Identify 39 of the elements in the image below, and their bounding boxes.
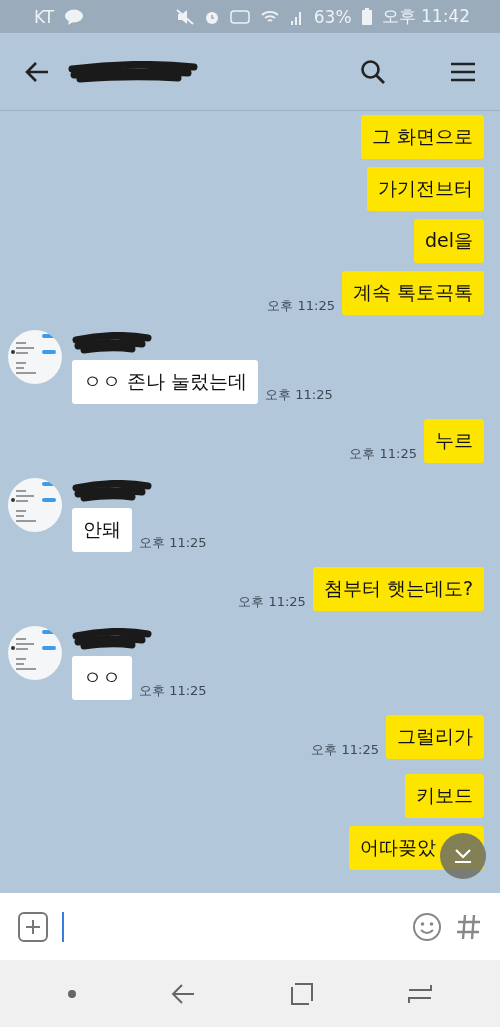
message-bubble: 첨부터 햇는데도? — [312, 567, 484, 611]
wifi-icon — [259, 8, 280, 25]
menu-icon[interactable] — [450, 61, 476, 82]
scroll-down-button[interactable] — [440, 833, 486, 879]
message-bubble: 그럴리가 — [386, 715, 484, 759]
message-bubble: 안돼 — [72, 508, 132, 552]
message-bubble: 계속 톡토곡톡 — [341, 271, 484, 315]
message-time: 오후 11:25 — [311, 741, 379, 759]
message-bubble: 키보드 — [405, 774, 484, 818]
recent-apps-icon[interactable] — [290, 982, 313, 1005]
message-bubble: 누르 — [424, 419, 484, 463]
message-bubble: ㅇㅇ — [72, 656, 132, 700]
text-cursor[interactable] — [62, 911, 64, 942]
battery-icon — [361, 8, 372, 25]
clock: 오후 11:42 — [381, 5, 470, 28]
message-bubble: del을 — [413, 219, 484, 263]
message-time: 오후 11:25 — [238, 593, 306, 611]
chevron-down-icon — [453, 847, 473, 865]
message-time: 오후 11:25 — [139, 682, 207, 700]
hashtag-icon[interactable] — [456, 912, 482, 941]
smiley-icon[interactable] — [412, 911, 442, 942]
message-time: 오후 11:25 — [265, 386, 333, 404]
hd-icon — [229, 9, 250, 24]
search-icon[interactable] — [360, 58, 386, 85]
carrier: KT — [34, 6, 55, 27]
dot-icon[interactable] — [67, 989, 76, 998]
plus-icon[interactable] — [18, 911, 48, 942]
back-icon[interactable] — [171, 982, 196, 1005]
message-bubble: 가기전브터 — [367, 167, 484, 211]
message-time: 오후 11:25 — [139, 534, 207, 552]
switch-icon[interactable] — [408, 982, 433, 1005]
mute-icon — [175, 8, 194, 25]
message-bubble: 그 화면으로 — [360, 115, 484, 159]
chat-app-icon — [64, 8, 85, 25]
back-arrow-icon[interactable] — [24, 60, 50, 83]
message-time: 오후 11:25 — [349, 445, 417, 463]
battery-percent: 63% — [313, 6, 352, 27]
message-bubble: ㅇㅇ 존나 눌렀는데 — [72, 360, 259, 404]
message-time: 오후 11:25 — [267, 297, 335, 315]
